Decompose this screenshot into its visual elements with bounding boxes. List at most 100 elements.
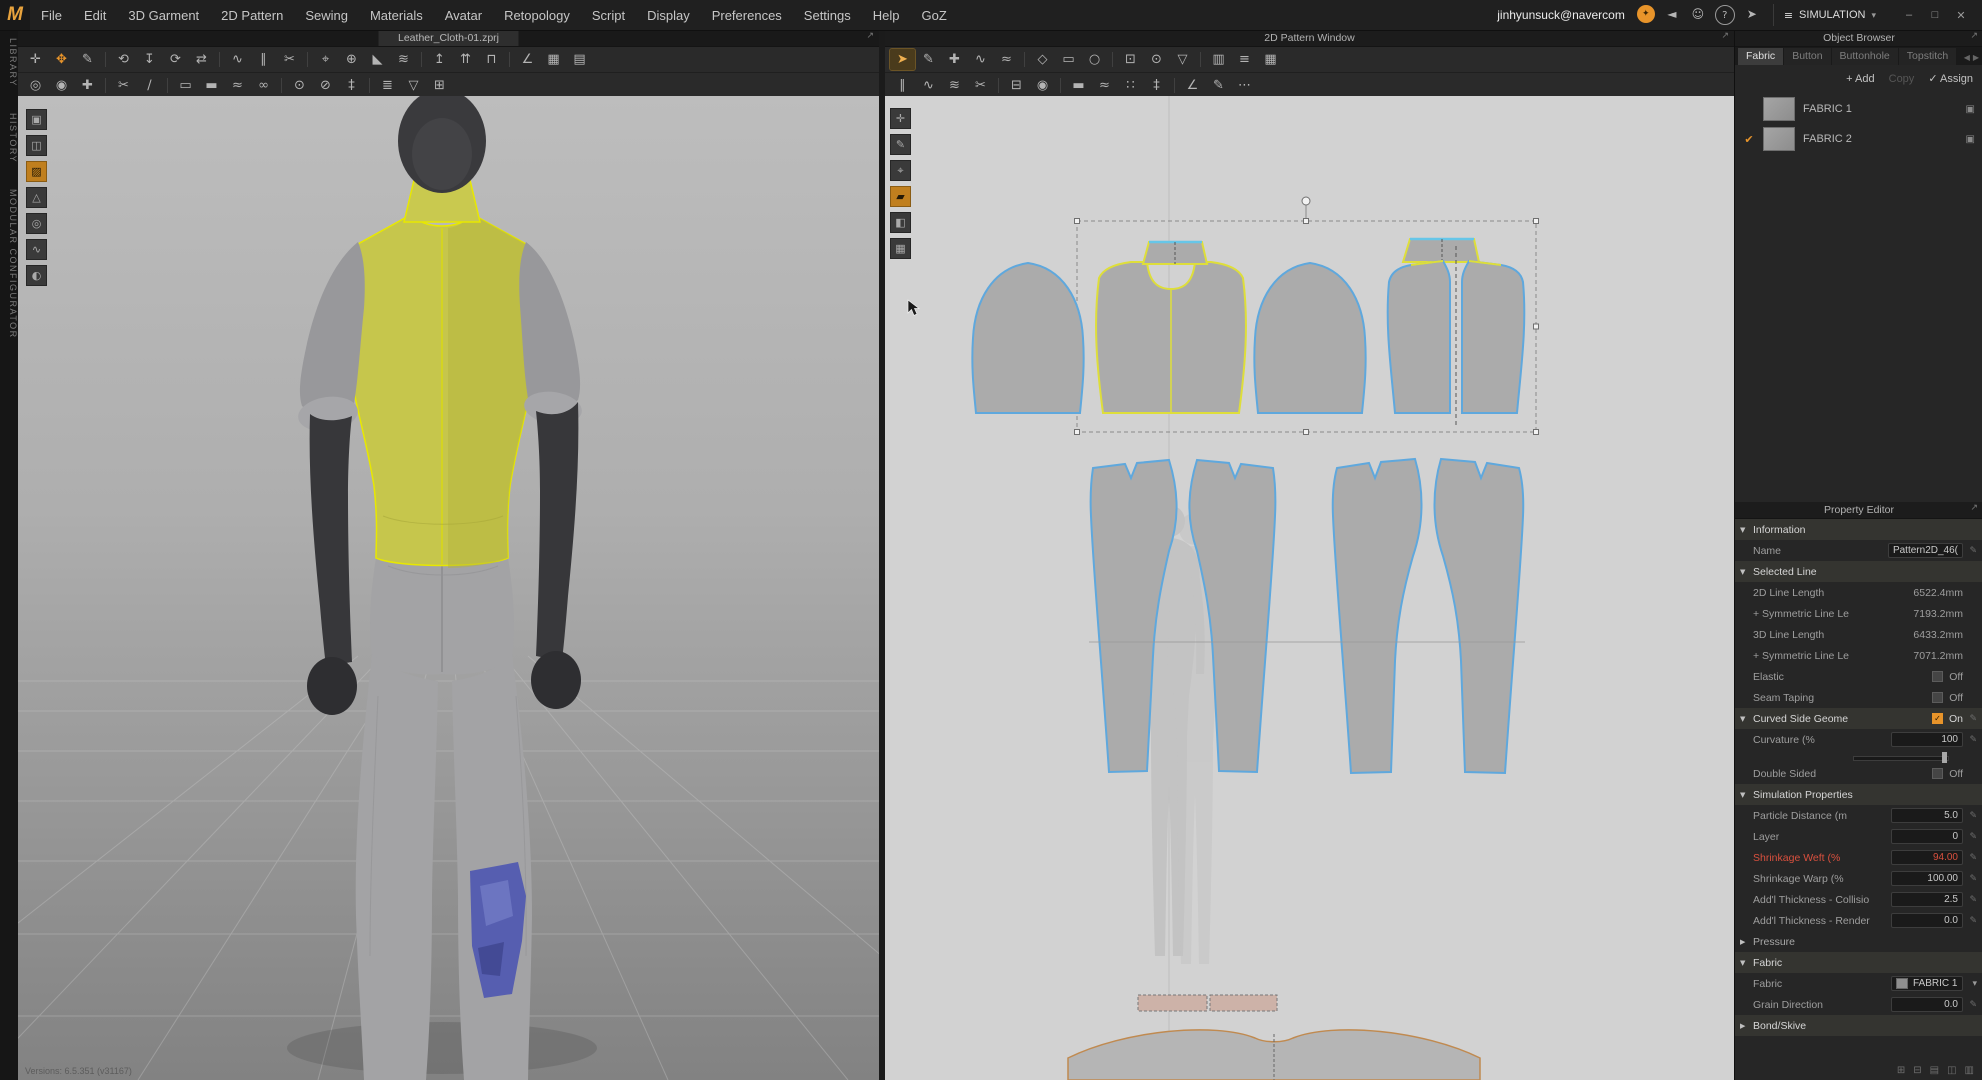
tool-detach[interactable]: ⊟ xyxy=(1004,75,1029,96)
section-curved-side-geometry[interactable]: ▼ Curved Side Geome ✓ On ✎ xyxy=(1735,708,1982,729)
property-value[interactable]: 7071.2mm xyxy=(1913,650,1963,662)
property-value[interactable]: 0 xyxy=(1891,829,1963,844)
edit-pencil-icon[interactable]: ✎ xyxy=(1963,714,1977,724)
tool-sew-segment[interactable]: ∥ xyxy=(251,49,276,70)
user-icon[interactable]: ☺ xyxy=(1689,5,1707,23)
property-value[interactable]: 6522.4mm xyxy=(1913,587,1963,599)
minimize-button[interactable]: – xyxy=(1898,5,1920,25)
tool-elastic[interactable]: ≈ xyxy=(225,75,250,96)
tool-rectangle[interactable]: ▭ xyxy=(1056,49,1081,70)
tool-scissors[interactable]: ✂ xyxy=(111,75,136,96)
tool-paint-fabric[interactable]: ▰ xyxy=(890,186,911,207)
tool-select-move[interactable]: ✥ xyxy=(49,49,74,70)
tool-lift-up[interactable]: ↥ xyxy=(427,49,452,70)
menu-settings[interactable]: Settings xyxy=(793,0,862,30)
edit-pencil-icon[interactable]: ✎ xyxy=(1963,1000,1977,1010)
fabric-render-icon[interactable]: ▣ xyxy=(1966,134,1975,145)
credit-icon[interactable]: ✦ xyxy=(1637,5,1655,23)
tool-grain-line[interactable]: ⋯ xyxy=(1232,75,1257,96)
tool-annotation[interactable]: ✎ xyxy=(1206,75,1231,96)
menu-goz[interactable]: GoZ xyxy=(911,0,958,30)
property-value[interactable]: Off xyxy=(1949,768,1963,780)
tool-needle[interactable]: ✚ xyxy=(75,75,100,96)
property-value[interactable]: 0.0 xyxy=(1891,997,1963,1012)
assign-fabric-button[interactable]: ✓ Assign xyxy=(1928,72,1973,85)
help-icon[interactable]: ? xyxy=(1715,5,1735,25)
tool-pin-2d[interactable]: ◉ xyxy=(1030,75,1055,96)
edit-pencil-icon[interactable]: ✎ xyxy=(1963,853,1977,863)
tool-seam-allowance[interactable]: ≡ xyxy=(1232,49,1257,70)
tool-polygon[interactable]: ◇ xyxy=(1030,49,1055,70)
prop-grain-direction[interactable]: Grain Direction 0.0 ✎ xyxy=(1735,994,1982,1015)
pattern-piece-bodice-front[interactable] xyxy=(1096,262,1246,413)
tool-shirring[interactable]: ∷ xyxy=(1118,75,1143,96)
tool-grid-2d[interactable]: ▦ xyxy=(1258,49,1283,70)
prop-3d-symmetric-line-length[interactable]: + Symmetric Line Le 7071.2mm xyxy=(1735,645,1982,666)
tool-show-garment[interactable]: ▨ xyxy=(26,161,47,182)
edit-pencil-icon[interactable]: ✎ xyxy=(1963,546,1977,556)
share-icon[interactable]: ➤ xyxy=(1743,5,1761,23)
tool-pin-box[interactable]: ◎ xyxy=(23,75,48,96)
prop-3d-line-length[interactable]: 3D Line Length 6433.2mm xyxy=(1735,624,1982,645)
tool-trace[interactable]: ▥ xyxy=(1206,49,1231,70)
canvas-3d[interactable]: ▣◫▨△◎∿◐ xyxy=(18,96,879,1080)
pattern-piece-collar-1[interactable] xyxy=(1143,242,1207,264)
rail-modular-configurator[interactable]: MODULAR CONFIGURATOR xyxy=(4,189,18,339)
property-value[interactable]: 94.00 xyxy=(1891,850,1963,865)
tool-edit-texture[interactable]: ✛ xyxy=(890,108,911,129)
edit-pencil-icon[interactable]: ✎ xyxy=(1963,735,1977,745)
prop-shrinkage-weft[interactable]: Shrinkage Weft (% 94.00 ✎ xyxy=(1735,847,1982,868)
tool-gizmo[interactable]: ✛ xyxy=(23,49,48,70)
status-grid-icon[interactable]: ⊞ xyxy=(1897,1065,1905,1076)
tool-render-style[interactable]: ◐ xyxy=(26,265,47,286)
pattern-piece-waistband-right[interactable] xyxy=(1210,995,1277,1011)
tool-arrangement-points[interactable]: △ xyxy=(26,187,47,208)
tool-fold[interactable]: ◣ xyxy=(365,49,390,70)
add-fabric-button[interactable]: + Add xyxy=(1846,73,1874,85)
tool-pattern-color[interactable]: ◧ xyxy=(890,212,911,233)
menu-script[interactable]: Script xyxy=(581,0,636,30)
garment-top[interactable] xyxy=(341,214,542,568)
menu-3d-garment[interactable]: 3D Garment xyxy=(117,0,210,30)
tool-eyedropper[interactable]: ⌖ xyxy=(890,160,911,181)
menu-file[interactable]: File xyxy=(30,0,73,30)
tool-transform-pattern[interactable]: ➤ xyxy=(890,49,915,70)
prop-elastic[interactable]: Elastic Off xyxy=(1735,666,1982,687)
tabs-scroll-left[interactable]: ◀ xyxy=(1964,53,1970,62)
tool-pin[interactable]: ⌖ xyxy=(313,49,338,70)
edit-pencil-icon[interactable]: ✎ xyxy=(1963,874,1977,884)
prop-thickness-render[interactable]: Add'l Thickness - Render 0.0 ✎ xyxy=(1735,910,1982,931)
tool-reset-arrangement[interactable]: ⟲ xyxy=(111,49,136,70)
fabric-item-2[interactable]: ✔ FABRIC 2 ▣ xyxy=(1735,124,1982,154)
prop-name[interactable]: Name Pattern2D_46( ✎ xyxy=(1735,540,1982,561)
tool-sew-edit[interactable]: ✂ xyxy=(277,49,302,70)
tool-buttonhole[interactable]: ⊘ xyxy=(313,75,338,96)
pattern-piece-sleeve-right[interactable] xyxy=(1254,263,1365,413)
status-snap-icon[interactable]: ⊟ xyxy=(1913,1065,1921,1076)
tool-lift-up-all[interactable]: ⇈ xyxy=(453,49,478,70)
tool-hanger[interactable]: ⊓ xyxy=(479,49,504,70)
tool-show-grid-2d[interactable]: ▦ xyxy=(890,238,911,259)
avatar-model[interactable] xyxy=(296,96,584,1080)
undock-icon[interactable]: ↗ xyxy=(1721,31,1729,41)
prop-double-sided[interactable]: Double Sided Off xyxy=(1735,763,1982,784)
tool-sync[interactable]: ⟳ xyxy=(163,49,188,70)
tool-align[interactable]: ⊞ xyxy=(427,75,452,96)
tool-pin-dot[interactable]: ◉ xyxy=(49,75,74,96)
prop-2d-symmetric-line-length[interactable]: + Symmetric Line Le 7193.2mm xyxy=(1735,603,1982,624)
tool-internal-circle[interactable]: ⊙ xyxy=(1144,49,1169,70)
undock-icon[interactable]: ↗ xyxy=(1970,503,1978,513)
property-value[interactable]: 6433.2mm xyxy=(1913,629,1963,641)
prop-curvature[interactable]: Curvature (% 100 ✎ xyxy=(1735,729,1982,750)
section-fabric[interactable]: ▼ Fabric xyxy=(1735,952,1982,973)
pattern-piece-waistband-left[interactable] xyxy=(1138,995,1207,1011)
tool-measure-2d[interactable]: ∠ xyxy=(1180,75,1205,96)
tool-snapshot[interactable]: ▣ xyxy=(26,109,47,130)
tool-sew-free[interactable]: ∿ xyxy=(225,49,250,70)
tool-dart-2d[interactable]: ▽ xyxy=(1170,49,1195,70)
property-value[interactable]: FABRIC 1 xyxy=(1891,976,1963,991)
property-value[interactable]: 7193.2mm xyxy=(1913,608,1963,620)
tool-flip[interactable]: ⇄ xyxy=(189,49,214,70)
pattern-piece-collar-2[interactable] xyxy=(1403,239,1479,262)
maximize-button[interactable]: □ xyxy=(1924,5,1946,25)
